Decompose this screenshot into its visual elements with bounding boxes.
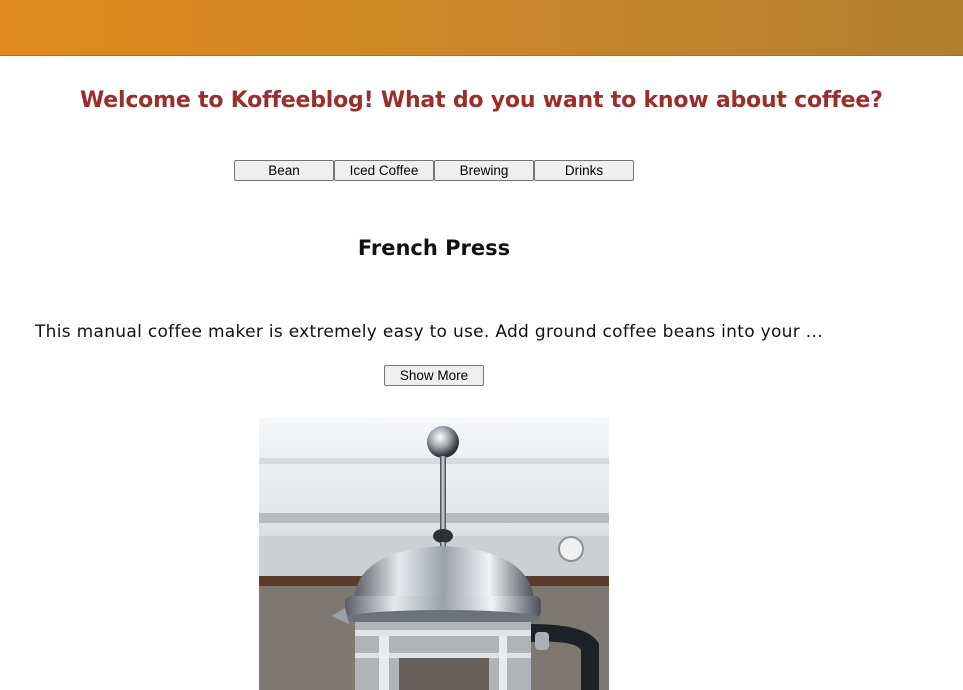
french-press-photo [259, 418, 609, 690]
top-banner [0, 0, 963, 56]
article-title: French Press [357, 236, 511, 260]
nav-button-bean[interactable]: Bean [234, 160, 334, 181]
category-nav: Bean Iced Coffee Brewing Drinks [234, 160, 634, 181]
show-more-button[interactable]: Show More [384, 365, 484, 386]
nav-button-drinks[interactable]: Drinks [534, 160, 634, 181]
welcome-heading: Welcome to Koffeeblog! What do you want … [80, 88, 883, 113]
article-excerpt: This manual coffee maker is extremely ea… [35, 322, 823, 342]
nav-button-iced-coffee[interactable]: Iced Coffee [334, 160, 434, 181]
nav-button-brewing[interactable]: Brewing [434, 160, 534, 181]
